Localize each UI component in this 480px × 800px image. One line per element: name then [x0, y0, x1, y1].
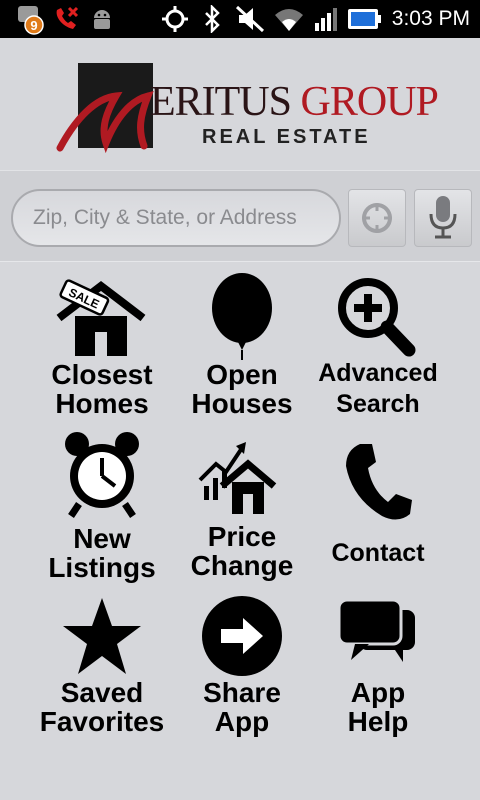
status-time: 3:03 PM — [391, 7, 470, 30]
menu-label: Contact — [331, 539, 425, 567]
logo-brand-group: GROUP — [300, 79, 439, 125]
missed-call-icon — [50, 0, 82, 38]
muted-icon — [234, 0, 266, 38]
crosshair-icon — [362, 203, 392, 233]
bluetooth-icon — [200, 0, 224, 38]
menu-label: Open Houses — [191, 359, 293, 419]
alarm-clock-icon — [65, 432, 139, 518]
magnifier-plus-icon — [338, 278, 416, 357]
menu-label: Closest Homes — [51, 359, 153, 419]
menu-label: App Help — [347, 677, 409, 737]
voice-search-button[interactable] — [414, 189, 472, 247]
menu-label: Advanced Search — [318, 359, 438, 418]
logo-subtitle: REAL ESTATE — [202, 126, 371, 148]
menu-app-help[interactable]: App Help — [298, 596, 458, 736]
menu-label: Price Change — [190, 521, 294, 581]
signal-icon — [312, 0, 342, 38]
balloon-icon — [212, 273, 272, 360]
menu-label: Saved Favorites — [39, 677, 165, 737]
brand-logo: ERITUS GROUP REAL ESTATE — [0, 38, 480, 170]
status-bar: 9 3:03 PM — [0, 0, 480, 38]
arrow-circle-icon — [202, 596, 282, 676]
android-debug-icon — [88, 0, 116, 38]
logo-brand-text: ERITUS GROUP — [150, 78, 439, 126]
menu-saved-favorites[interactable]: Saved Favorites — [22, 594, 182, 736]
logo-brand-rest: ERITUS — [150, 79, 292, 125]
chart-house-icon — [198, 442, 277, 514]
chat-bubbles-icon — [337, 598, 415, 662]
search-input[interactable] — [11, 189, 341, 247]
menu-label: Share App — [203, 677, 281, 737]
menu-new-listings[interactable]: New Listings — [22, 430, 182, 582]
menu-contact[interactable]: Contact — [298, 440, 458, 569]
menu-closest-homes[interactable]: SALE Closest Homes — [22, 276, 182, 418]
sale-house-icon: SALE — [56, 279, 146, 356]
notification-badge-icon: 9 — [14, 0, 48, 38]
wifi-icon — [272, 0, 306, 38]
menu-advanced-search[interactable]: Advanced Search — [298, 276, 458, 420]
search-bar — [0, 170, 480, 262]
gps-icon — [160, 0, 190, 38]
star-icon — [63, 598, 141, 674]
menu-label: New Listings — [48, 523, 156, 583]
current-location-button[interactable] — [348, 189, 406, 247]
notification-count: 9 — [30, 18, 37, 33]
microphone-icon — [429, 196, 457, 239]
phone-icon — [346, 444, 412, 520]
battery-icon — [344, 0, 384, 38]
